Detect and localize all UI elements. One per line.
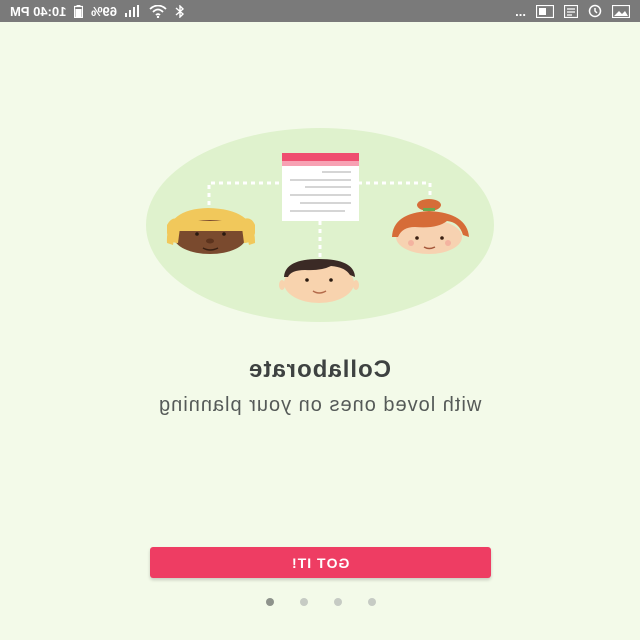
battery-icon [74,4,84,18]
status-bar-right: ... [515,4,630,19]
news-icon [564,4,578,18]
page-dot-3[interactable] [334,598,342,606]
battery-percent: 69% [91,3,118,19]
page-dot-4[interactable] [368,598,376,606]
image-icon [612,4,630,18]
clock: 10:40 PM [10,3,67,19]
onboarding-title: Collaborate [248,356,392,383]
status-bar-left: 10:40 PM 69% [10,4,185,19]
page-dot-1[interactable] [266,598,274,606]
shared-document-icon [282,153,359,221]
collaborate-illustration [145,125,495,325]
gallery-icon [536,4,554,18]
got-it-button[interactable]: GOT IT! [150,547,491,578]
bluetooth-icon [175,4,185,18]
sync-icon [588,4,602,18]
status-bar: 10:40 PM 69% ... [0,0,640,22]
wifi-icon [149,4,167,18]
page-dot-2[interactable] [300,598,308,606]
signal-icon [125,5,141,17]
onboarding-subtitle: with loved ones on your planning [158,394,482,416]
overflow-indicator: ... [515,3,526,19]
page-indicator [266,597,376,607]
